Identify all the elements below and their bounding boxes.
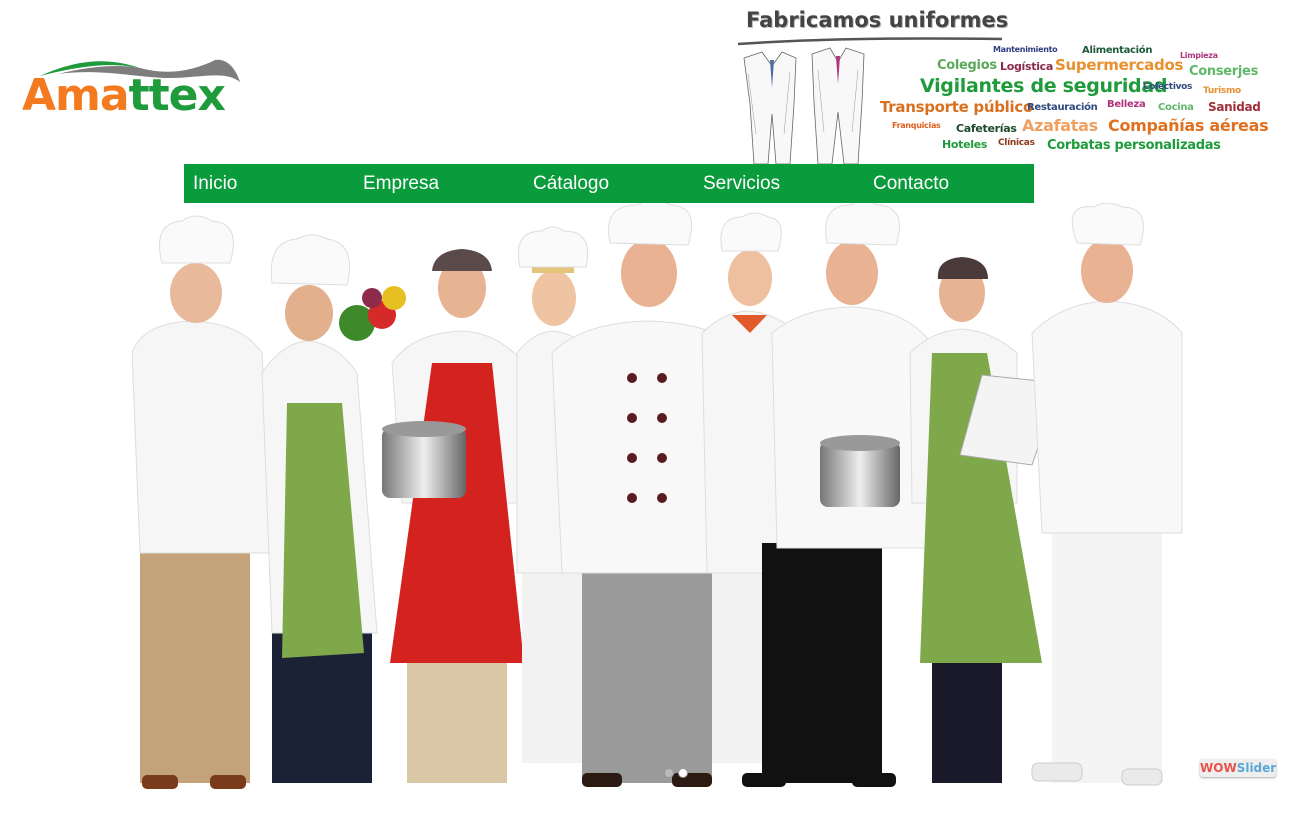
tag-logistica: Logística xyxy=(1000,60,1054,73)
nav-servicios[interactable]: Servicios xyxy=(694,164,864,203)
tag-clinicas: Clínicas xyxy=(998,138,1035,148)
slider-bullet[interactable] xyxy=(678,768,688,778)
hero-slider[interactable] xyxy=(132,203,1184,793)
nav-contacto[interactable]: Contacto xyxy=(864,164,1034,203)
tag-colectivos: Colectivos xyxy=(1143,82,1193,92)
tag-cocina: Cocina xyxy=(1158,102,1194,113)
wowslider-credit[interactable]: WOWSlider xyxy=(1200,759,1276,777)
suits-sketch-image xyxy=(743,47,865,165)
tag-azafatas: Azafatas xyxy=(1022,116,1098,135)
tag-sanidad: Sanidad xyxy=(1208,100,1261,114)
amattex-logo[interactable]: Amattex xyxy=(20,52,246,130)
tag-transporte: Transporte público xyxy=(880,98,1033,116)
slider-pagination xyxy=(664,768,688,778)
tag-mantenimiento: Mantenimiento xyxy=(993,45,1058,54)
tag-alimentacion: Alimentación xyxy=(1082,45,1153,56)
tag-cafeterias: Cafeterías xyxy=(956,122,1017,135)
tag-hoteles: Hoteles xyxy=(942,138,988,151)
nav-catalogo[interactable]: Cátalogo xyxy=(524,164,694,203)
banner-title: Fabricamos uniformes xyxy=(746,8,1009,32)
tag-corbatas: Corbatas personalizadas xyxy=(1047,138,1221,153)
main-nav: Inicio Empresa Cátalogo Servicios Contac… xyxy=(184,164,1034,203)
tag-vigilantes: Vigilantes de seguridad xyxy=(920,75,1168,97)
logo-text-orange: Ama xyxy=(22,70,130,121)
tag-turismo: Turismo xyxy=(1203,86,1241,96)
wowslider-credit-part2: Slider xyxy=(1236,761,1277,775)
nav-inicio[interactable]: Inicio xyxy=(184,164,354,203)
nav-empresa[interactable]: Empresa xyxy=(354,164,524,203)
tag-limpieza: Limpieza xyxy=(1180,51,1218,60)
tag-colegios: Colegios xyxy=(937,58,997,73)
wowslider-credit-part1: WOW xyxy=(1200,761,1237,775)
logo-text-green: ttex xyxy=(128,70,226,121)
logo-wordmark: Amattex xyxy=(22,74,226,118)
tag-companias: Compañías aéreas xyxy=(1108,116,1269,135)
tag-franquicias: Franquicias xyxy=(892,121,941,130)
uniforms-banner[interactable]: Fabricamos uniformes Mantenimiento Alime… xyxy=(734,4,1274,166)
tag-restauracion: Restauración xyxy=(1027,102,1098,113)
tag-supermercados: Supermercados xyxy=(1055,56,1184,74)
tag-conserjes: Conserjes xyxy=(1189,64,1259,79)
chefs-group-photo xyxy=(132,203,1183,789)
tag-belleza: Belleza xyxy=(1107,99,1146,110)
slider-bullet[interactable] xyxy=(664,768,674,778)
